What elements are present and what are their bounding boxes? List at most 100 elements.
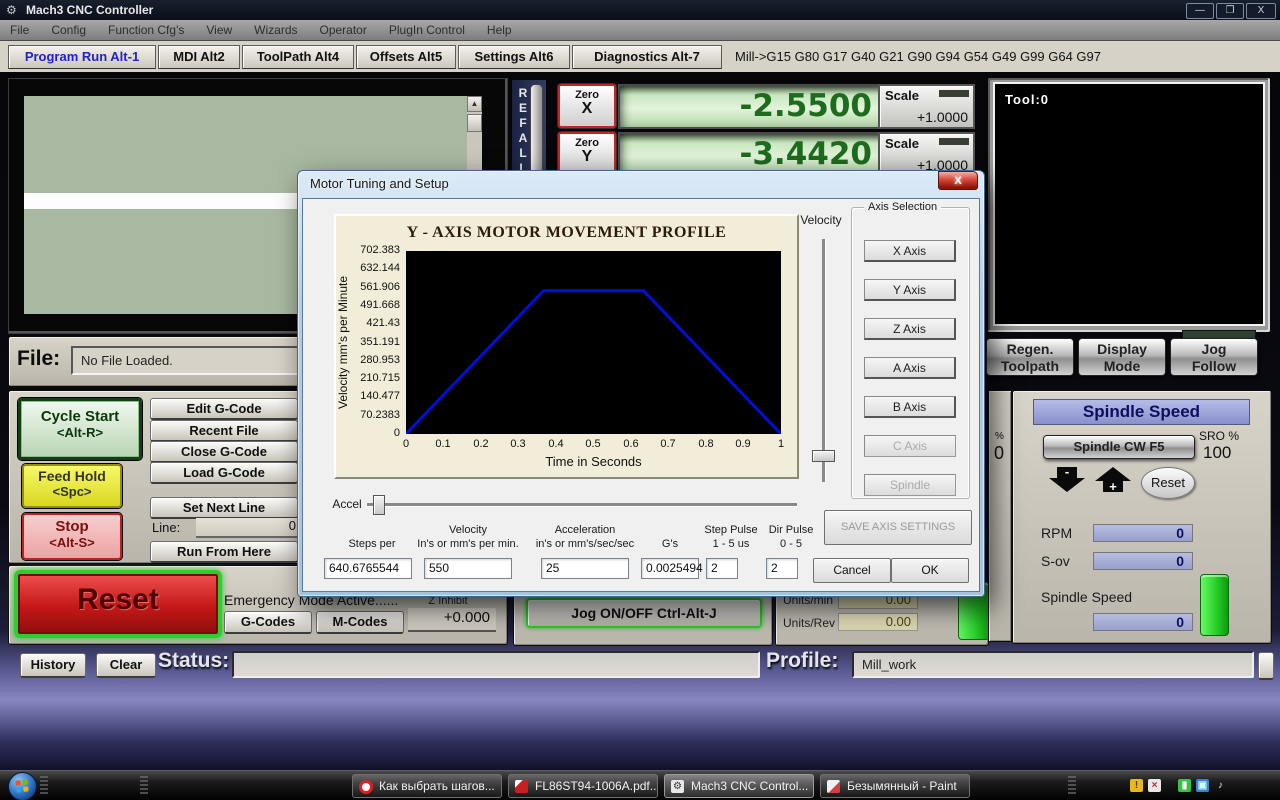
velocity-slider-thumb[interactable] bbox=[812, 450, 835, 462]
status-field[interactable] bbox=[232, 651, 760, 678]
velocity-input[interactable]: 550 bbox=[424, 558, 512, 579]
clear-button[interactable]: Clear bbox=[96, 653, 156, 678]
cycle-start-button[interactable]: Cycle Start <Alt-R> bbox=[18, 398, 142, 460]
step-pulse-label-line1: Step Pulse bbox=[704, 524, 758, 536]
mach3-screen: ⚙ Mach3 CNC Controller — ❐ X File Config… bbox=[0, 0, 1280, 800]
acceleration-input[interactable]: 25 bbox=[541, 558, 629, 579]
profile-field[interactable]: Mill_work bbox=[852, 651, 1254, 678]
regen-line1: Regen. bbox=[1006, 341, 1054, 357]
tab-settings[interactable]: Settings Alt6 bbox=[458, 45, 570, 69]
scrollbar-thumb[interactable] bbox=[467, 114, 482, 132]
arrow-down-icon bbox=[1049, 478, 1085, 492]
tab-toolpath[interactable]: ToolPath Alt4 bbox=[242, 45, 354, 69]
y-tick: 491.668 bbox=[360, 299, 400, 311]
tab-mdi[interactable]: MDI Alt2 bbox=[158, 45, 240, 69]
dialog-close-icon[interactable]: X bbox=[938, 171, 978, 190]
recent-file-button[interactable]: Recent File bbox=[150, 420, 298, 442]
velocity-slider-track[interactable] bbox=[822, 239, 826, 482]
taskbar-button-mach3[interactable]: ⚙ Mach3 CNC Control... bbox=[664, 774, 814, 798]
history-button[interactable]: History bbox=[20, 653, 86, 678]
menu-config[interactable]: Config bbox=[51, 23, 86, 37]
menu-operator[interactable]: Operator bbox=[320, 23, 367, 37]
z-axis-button[interactable]: Z Axis bbox=[864, 318, 956, 340]
velocity-label-line2: In's or mm's per min. bbox=[417, 538, 519, 550]
x-tick: 0 bbox=[402, 438, 410, 450]
tray-grip bbox=[1068, 776, 1076, 796]
scroll-up-icon[interactable]: ▲ bbox=[467, 96, 482, 112]
tab-diagnostics[interactable]: Diagnostics Alt-7 bbox=[572, 45, 722, 69]
toolpath-canvas[interactable]: Tool:0 bbox=[993, 82, 1265, 326]
ok-button[interactable]: OK bbox=[891, 558, 969, 583]
toolpath-preview: Tool:0 bbox=[988, 78, 1270, 332]
menu-view[interactable]: View bbox=[206, 23, 232, 37]
feed-hold-label: Feed Hold bbox=[38, 468, 106, 484]
tab-program-run[interactable]: Program Run Alt-1 bbox=[8, 45, 156, 69]
spindle-decrease-button[interactable]: - bbox=[1049, 465, 1085, 495]
spindle-increase-button[interactable]: + bbox=[1095, 467, 1131, 495]
x-axis-dro[interactable]: -2.5500 bbox=[618, 84, 888, 129]
a-axis-button[interactable]: A Axis bbox=[864, 357, 956, 379]
set-next-line-button[interactable]: Set Next Line bbox=[150, 497, 298, 519]
taskbar-button-paint[interactable]: Безымянный - Paint bbox=[820, 774, 970, 798]
taskbar-button-label: Mach3 CNC Control... bbox=[691, 779, 809, 793]
menu-function-cfgs[interactable]: Function Cfg's bbox=[108, 23, 184, 37]
m-codes-button[interactable]: M-Codes bbox=[316, 611, 404, 634]
restore-button[interactable]: ❐ bbox=[1216, 3, 1244, 19]
accel-slider-track[interactable] bbox=[367, 503, 797, 507]
menu-file[interactable]: File bbox=[10, 23, 29, 37]
close-button[interactable]: X bbox=[1246, 3, 1276, 19]
tray-network-activity-icon[interactable]: ▮ bbox=[1178, 779, 1191, 792]
zero-x-button[interactable]: Zero X bbox=[558, 84, 616, 128]
tab-offsets[interactable]: Offsets Alt5 bbox=[356, 45, 456, 69]
g-codes-button[interactable]: G-Codes bbox=[224, 611, 312, 634]
dialog-title: Motor Tuning and Setup bbox=[310, 176, 449, 191]
minimize-button[interactable]: — bbox=[1186, 3, 1214, 19]
feed-hold-button[interactable]: Feed Hold <Spc> bbox=[22, 464, 122, 508]
menu-plugin-control[interactable]: PlugIn Control bbox=[389, 23, 465, 37]
reset-button[interactable]: Reset bbox=[14, 570, 222, 638]
x-axis-button[interactable]: X Axis bbox=[864, 240, 956, 262]
feed-hold-hotkey: <Spc> bbox=[52, 484, 92, 499]
stop-button[interactable]: Stop <Alt-S> bbox=[22, 513, 122, 560]
jog-onoff-button[interactable]: Jog ON/OFF Ctrl-Alt-J bbox=[526, 598, 762, 628]
start-button[interactable] bbox=[8, 772, 37, 800]
line-number-field[interactable]: 0 bbox=[196, 518, 300, 538]
save-axis-settings-button[interactable]: SAVE AXIS SETTINGS bbox=[824, 510, 972, 545]
jog-follow-button[interactable]: Jog Follow bbox=[1170, 338, 1258, 376]
tray-network-icon[interactable]: ▣ bbox=[1196, 779, 1209, 792]
tray-error-icon[interactable]: × bbox=[1148, 779, 1161, 792]
taskbar-button-pdf[interactable]: FL86ST94-1006A.pdf... bbox=[508, 774, 658, 798]
load-gcode-button[interactable]: Load G-Code bbox=[150, 462, 298, 484]
cycle-start-label: Cycle Start bbox=[40, 408, 120, 425]
sro-reset-button[interactable]: Reset bbox=[1141, 467, 1195, 499]
taskbar-button-opera[interactable]: Как выбрать шагов... bbox=[352, 774, 502, 798]
regen-toolpath-button[interactable]: Regen. Toolpath bbox=[986, 338, 1074, 376]
spindle-cw-button[interactable]: Spindle CW F5 bbox=[1043, 435, 1195, 459]
tray-warning-icon[interactable]: ! bbox=[1130, 779, 1143, 792]
display-mode-button[interactable]: Display Mode bbox=[1078, 338, 1166, 376]
x-tick: 1 bbox=[777, 438, 785, 450]
run-from-here-button[interactable]: Run From Here bbox=[150, 541, 298, 563]
ref-letter: E bbox=[518, 101, 527, 115]
sro-slider-thumb[interactable] bbox=[1200, 574, 1229, 636]
steps-per-label: Steps per bbox=[348, 538, 396, 550]
edit-gcode-button[interactable]: Edit G-Code bbox=[150, 398, 298, 420]
steps-per-input[interactable]: 640.6765544 bbox=[324, 558, 412, 579]
x-tick: 0.6 bbox=[623, 438, 639, 450]
b-axis-button[interactable]: B Axis bbox=[864, 396, 956, 418]
window-title: Mach3 CNC Controller bbox=[26, 3, 154, 17]
y-axis-button[interactable]: Y Axis bbox=[864, 279, 956, 301]
menu-wizards[interactable]: Wizards bbox=[254, 23, 297, 37]
z-inhibit-value[interactable]: +0.000 bbox=[408, 608, 496, 632]
active-gcodes-readout: Mill->G15 G80 G17 G40 G21 G90 G94 G54 G4… bbox=[735, 49, 1102, 64]
step-pulse-input[interactable]: 2 bbox=[706, 558, 738, 579]
menu-help[interactable]: Help bbox=[487, 23, 512, 37]
x-scale-box[interactable]: Scale +1.0000 bbox=[878, 84, 975, 129]
zero-x-axis-letter: X bbox=[581, 100, 593, 117]
tray-volume-icon[interactable]: ♪ bbox=[1214, 779, 1227, 792]
close-gcode-button[interactable]: Close G-Code bbox=[150, 441, 298, 463]
dir-pulse-input[interactable]: 2 bbox=[766, 558, 798, 579]
cancel-button[interactable]: Cancel bbox=[813, 558, 891, 583]
accel-slider-thumb[interactable] bbox=[373, 495, 385, 515]
x-tick: 0.8 bbox=[698, 438, 714, 450]
